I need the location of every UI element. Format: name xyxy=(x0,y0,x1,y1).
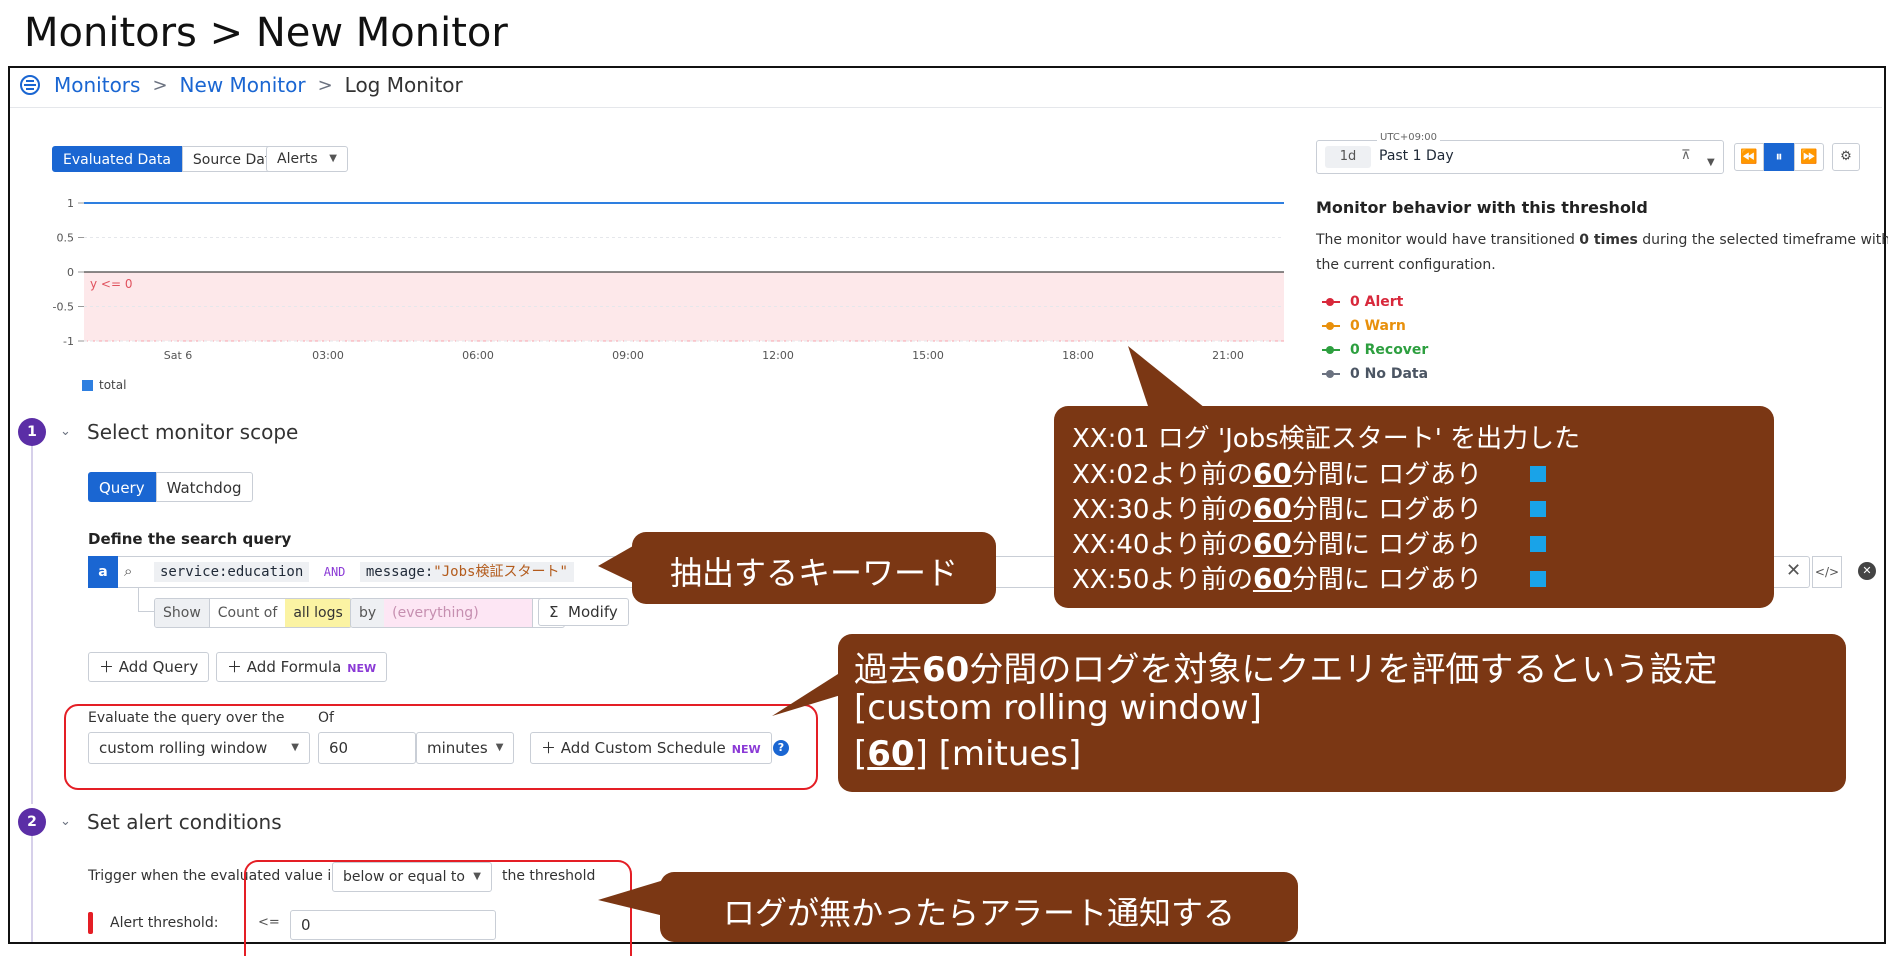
schedule-row-suffix: 分間に ログあり xyxy=(1291,460,1483,490)
schedule-row-suffix: 分間に ログあり xyxy=(1291,565,1483,595)
blue-square-marker xyxy=(1530,501,1546,517)
schedule-row-prefix: XX:50より前の xyxy=(1072,565,1253,595)
schedule-callout: XX:01 ログ 'Jobs検証スタート' を出力した XX:02より前の60分… xyxy=(1054,406,1774,608)
schedule-callout-pointer xyxy=(1128,346,1210,412)
schedule-row-1: XX:02より前の60分間に ログあり xyxy=(1072,454,1482,491)
schedule-row-suffix: 分間に ログあり xyxy=(1291,495,1483,525)
schedule-row-prefix: XX:30より前の xyxy=(1072,495,1253,525)
window-line3-close: ] [mitues] xyxy=(914,734,1082,774)
window-line3-num: 60 xyxy=(867,734,915,774)
window-callout-line-1: 過去60分間のログを対象にクエリを評価するという設定 xyxy=(854,642,1717,691)
schedule-line-1: XX:01 ログ 'Jobs検証スタート' を出力した xyxy=(1072,424,1581,454)
schedule-row-num: 60 xyxy=(1252,562,1292,595)
schedule-row-num: 60 xyxy=(1252,527,1292,560)
schedule-row-2: XX:30より前の60分間に ログあり xyxy=(1072,489,1482,526)
schedule-row-3: XX:40より前の60分間に ログあり xyxy=(1072,524,1482,561)
schedule-row-suffix: 分間に ログあり xyxy=(1291,530,1483,560)
window-line1-suffix: 分間のログを対象にクエリを評価するという設定 xyxy=(969,650,1718,690)
blue-square-marker xyxy=(1530,466,1546,482)
schedule-row-num: 60 xyxy=(1252,457,1292,490)
window-line1-prefix: 過去 xyxy=(854,650,922,690)
schedule-row-prefix: XX:40より前の xyxy=(1072,530,1253,560)
blue-square-marker xyxy=(1530,571,1546,587)
window-line1-num: 60 xyxy=(922,650,970,690)
window-line3-open: [ xyxy=(854,734,868,774)
window-callout-line-2: [custom rolling window] xyxy=(854,688,1262,728)
alert-callout: ログが無かったらアラート通知する xyxy=(660,872,1298,942)
schedule-row-4: XX:50より前の60分間に ログあり xyxy=(1072,559,1482,596)
schedule-row-num: 60 xyxy=(1252,492,1292,525)
alert-callout-pointer xyxy=(598,880,664,916)
blue-square-marker xyxy=(1530,536,1546,552)
schedule-row-prefix: XX:02より前の xyxy=(1072,460,1253,490)
window-callout-line-3: [60] [mitues] xyxy=(854,734,1081,774)
alert-callout-text: ログが無かったらアラート通知する xyxy=(722,894,1235,932)
window-callout: 過去60分間のログを対象にクエリを評価するという設定 [custom rolli… xyxy=(838,634,1846,792)
keyword-callout-text: 抽出するキーワード xyxy=(669,554,958,592)
keyword-callout: 抽出するキーワード xyxy=(632,532,996,604)
